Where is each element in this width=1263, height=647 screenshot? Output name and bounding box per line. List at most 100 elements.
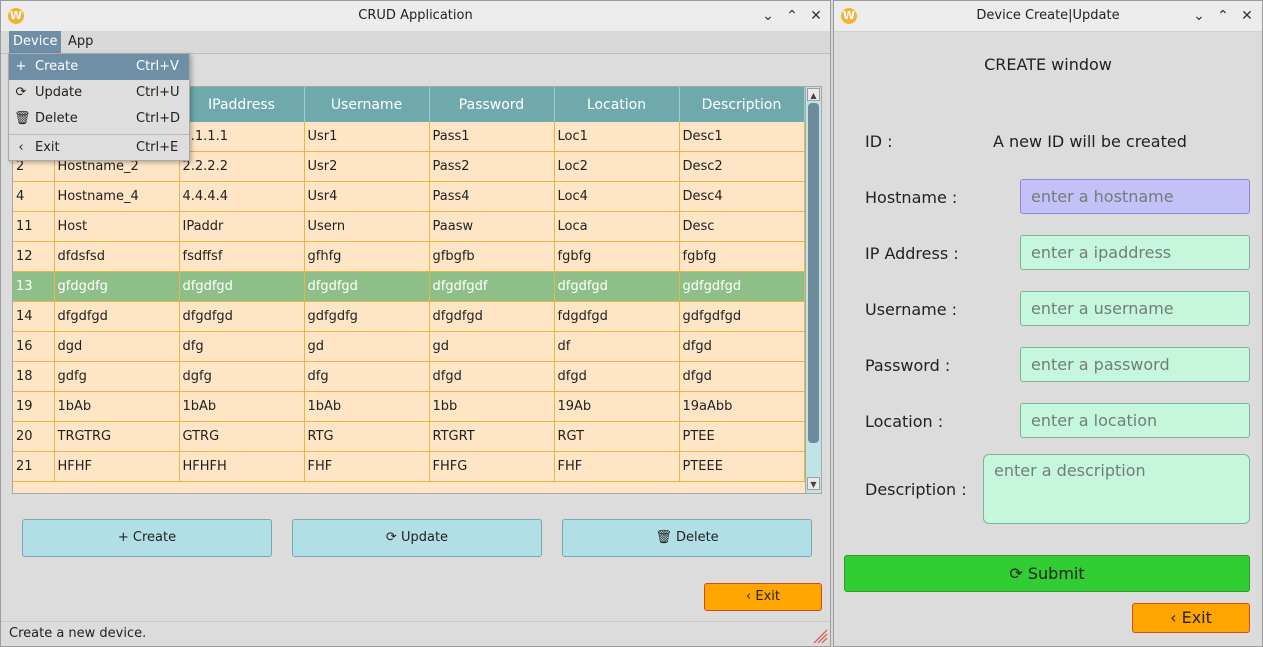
minimize-icon[interactable]: ⌄ (1189, 6, 1209, 26)
table-cell: 19 (13, 391, 55, 422)
table-body: 1.1.1.1 Usr1 Pass1 Loc1 Desc1 2 Hostname_2 2.2.… (13, 122, 805, 482)
table-cell: Desc2 (679, 151, 805, 182)
description-input[interactable] (983, 454, 1250, 524)
table-cell: dfgd (429, 361, 555, 392)
table-cell: 13 (13, 271, 55, 302)
table-cell: 21 (13, 451, 55, 482)
table-cell: 19Ab (554, 391, 680, 422)
column-header[interactable]: Username (304, 87, 430, 122)
ipaddress-input[interactable] (1020, 235, 1250, 270)
menu-item-exit[interactable]: ‹ Exit Ctrl+E (9, 135, 189, 161)
table-cell: dfgdfgdf (429, 271, 555, 302)
menubar: Device App (1, 31, 830, 54)
table-cell: dfg (179, 331, 305, 362)
submit-button-label: Submit (1027, 564, 1085, 583)
create-button[interactable]: + Create (22, 519, 272, 557)
table-cell: gd (429, 331, 555, 362)
table-cell: 4.4.4.4 (179, 181, 305, 212)
table-cell: Host (54, 211, 180, 242)
table-cell: PTEE (679, 421, 805, 452)
close-icon[interactable]: ✕ (806, 6, 826, 26)
table-cell: dgd (54, 331, 180, 362)
table-cell: 19aAbb (679, 391, 805, 422)
username-input[interactable] (1020, 291, 1250, 326)
table-cell: Usr1 (304, 122, 430, 152)
table-cell: gfbgfb (429, 241, 555, 272)
menu-item-create[interactable]: + Create Ctrl+V (9, 54, 189, 80)
column-header[interactable]: Description (679, 87, 805, 122)
create-button-label: Create (132, 530, 177, 545)
table-cell: Loc1 (554, 122, 680, 152)
table-cell: dfgd (679, 361, 805, 392)
column-header[interactable]: IPaddress (179, 87, 305, 122)
table-vertical-scrollbar[interactable]: ▲ ▼ (805, 87, 821, 493)
main-exit-label: Exit (755, 589, 780, 604)
hostname-input[interactable] (1020, 179, 1250, 214)
table-cell: 4 (13, 181, 55, 212)
table-cell: HFHF (54, 451, 180, 482)
submit-button[interactable]: ⟳ Submit (844, 555, 1250, 592)
location-label: Location : (865, 412, 944, 431)
table-cell: dfgdfgd (304, 271, 430, 302)
password-label: Password : (865, 356, 951, 375)
main-exit-button[interactable]: ‹ Exit (704, 583, 822, 611)
table-cell: dfgdfgd (179, 301, 305, 332)
scroll-thumb[interactable] (808, 103, 819, 443)
close-icon[interactable]: ✕ (1237, 6, 1257, 26)
table-row[interactable]: 20 TRGTRG GTRG RTG RTGRT RGT PTEE (13, 421, 805, 452)
menu-item-update-shortcut: Ctrl+U (136, 85, 180, 100)
maximize-icon[interactable]: ⌃ (1213, 6, 1233, 26)
location-input[interactable] (1020, 403, 1250, 438)
table-row[interactable]: 18 gdfg dgfg dfg dfgd dfgd dfgd (13, 361, 805, 392)
table-cell: Desc (679, 211, 805, 242)
table-row[interactable]: 21 HFHF HFHFH FHF FHFG FHF PTEEE (13, 451, 805, 482)
main-titlebar[interactable]: W CRUD Application ⌄ ⌃ ✕ (1, 1, 830, 32)
menu-item-delete[interactable]: 🗑 Delete Ctrl+D (9, 106, 189, 132)
table-cell: RTG (304, 421, 430, 452)
maximize-icon[interactable]: ⌃ (782, 6, 802, 26)
table-cell: dfgdfgd (179, 271, 305, 302)
resize-grip-icon[interactable] (810, 626, 828, 644)
password-input[interactable] (1020, 347, 1250, 382)
table-cell: Pass1 (429, 122, 555, 152)
table-cell: dfdsfsd (54, 241, 180, 272)
table-row[interactable]: 11 Host IPaddr Usern Paasw Loca Desc (13, 211, 805, 242)
delete-button[interactable]: 🗑 Delete (562, 519, 812, 557)
form-exit-button[interactable]: ‹ Exit (1132, 603, 1250, 633)
update-button[interactable]: ⟳ Update (292, 519, 542, 557)
table-cell: 1bb (429, 391, 555, 422)
trash-icon: 🗑 (14, 111, 31, 126)
scroll-up-icon[interactable]: ▲ (807, 88, 820, 101)
scroll-down-icon[interactable]: ▼ (807, 477, 820, 490)
table-cell: GTRG (179, 421, 305, 452)
form-exit-label: Exit (1181, 608, 1212, 627)
table-cell: RGT (554, 421, 680, 452)
menu-app[interactable]: App (64, 31, 97, 53)
menu-item-delete-shortcut: Ctrl+D (136, 111, 181, 126)
table-cell: dfgd (679, 331, 805, 362)
table-cell: gdfgdfgd (679, 271, 805, 302)
refresh-icon: ⟳ (1009, 564, 1023, 583)
table-row[interactable]: 4 Hostname_4 4.4.4.4 Usr4 Pass4 Loc4 Desc4 (13, 181, 805, 212)
device-menu-dropdown: + Create Ctrl+V ⟳ Update Ctrl+U 🗑 Delete… (8, 53, 190, 161)
form-titlebar[interactable]: W Device Create|Update ⌄ ⌃ ✕ (834, 1, 1262, 32)
id-value: A new ID will be created (993, 132, 1187, 151)
table-cell: df (554, 331, 680, 362)
refresh-icon: ⟳ (15, 85, 27, 100)
menu-item-update[interactable]: ⟳ Update Ctrl+U (9, 80, 189, 106)
table-row[interactable]: 14 dfgdfgd dfgdfgd gdfgdfg dfgdfgd fdgdfgd gdf… (13, 301, 805, 332)
menu-device[interactable]: Device (9, 31, 62, 53)
column-header[interactable]: Password (429, 87, 555, 122)
hostname-label: Hostname : (865, 188, 958, 207)
table-row[interactable]: 13 gfdgdfg dfgdfgd dfgdfgd dfgdfgdf dfgdfgd gd… (13, 271, 805, 302)
table-cell: fdgdfgd (554, 301, 680, 332)
table-row[interactable]: 12 dfdsfsd fsdffsf gfhfg gfbgfb fgbfg fgbfg (13, 241, 805, 272)
table-cell: Loc4 (554, 181, 680, 212)
column-header[interactable]: Location (554, 87, 680, 122)
table-cell: 16 (13, 331, 55, 362)
table-cell: 2.2.2.2 (179, 151, 305, 182)
table-row[interactable]: 19 1bAb 1bAb 1bAb 1bb 19Ab 19aAbb (13, 391, 805, 422)
table-row[interactable]: 16 dgd dfg gd gd df dfgd (13, 331, 805, 362)
minimize-icon[interactable]: ⌄ (758, 6, 778, 26)
table-cell: Loc2 (554, 151, 680, 182)
